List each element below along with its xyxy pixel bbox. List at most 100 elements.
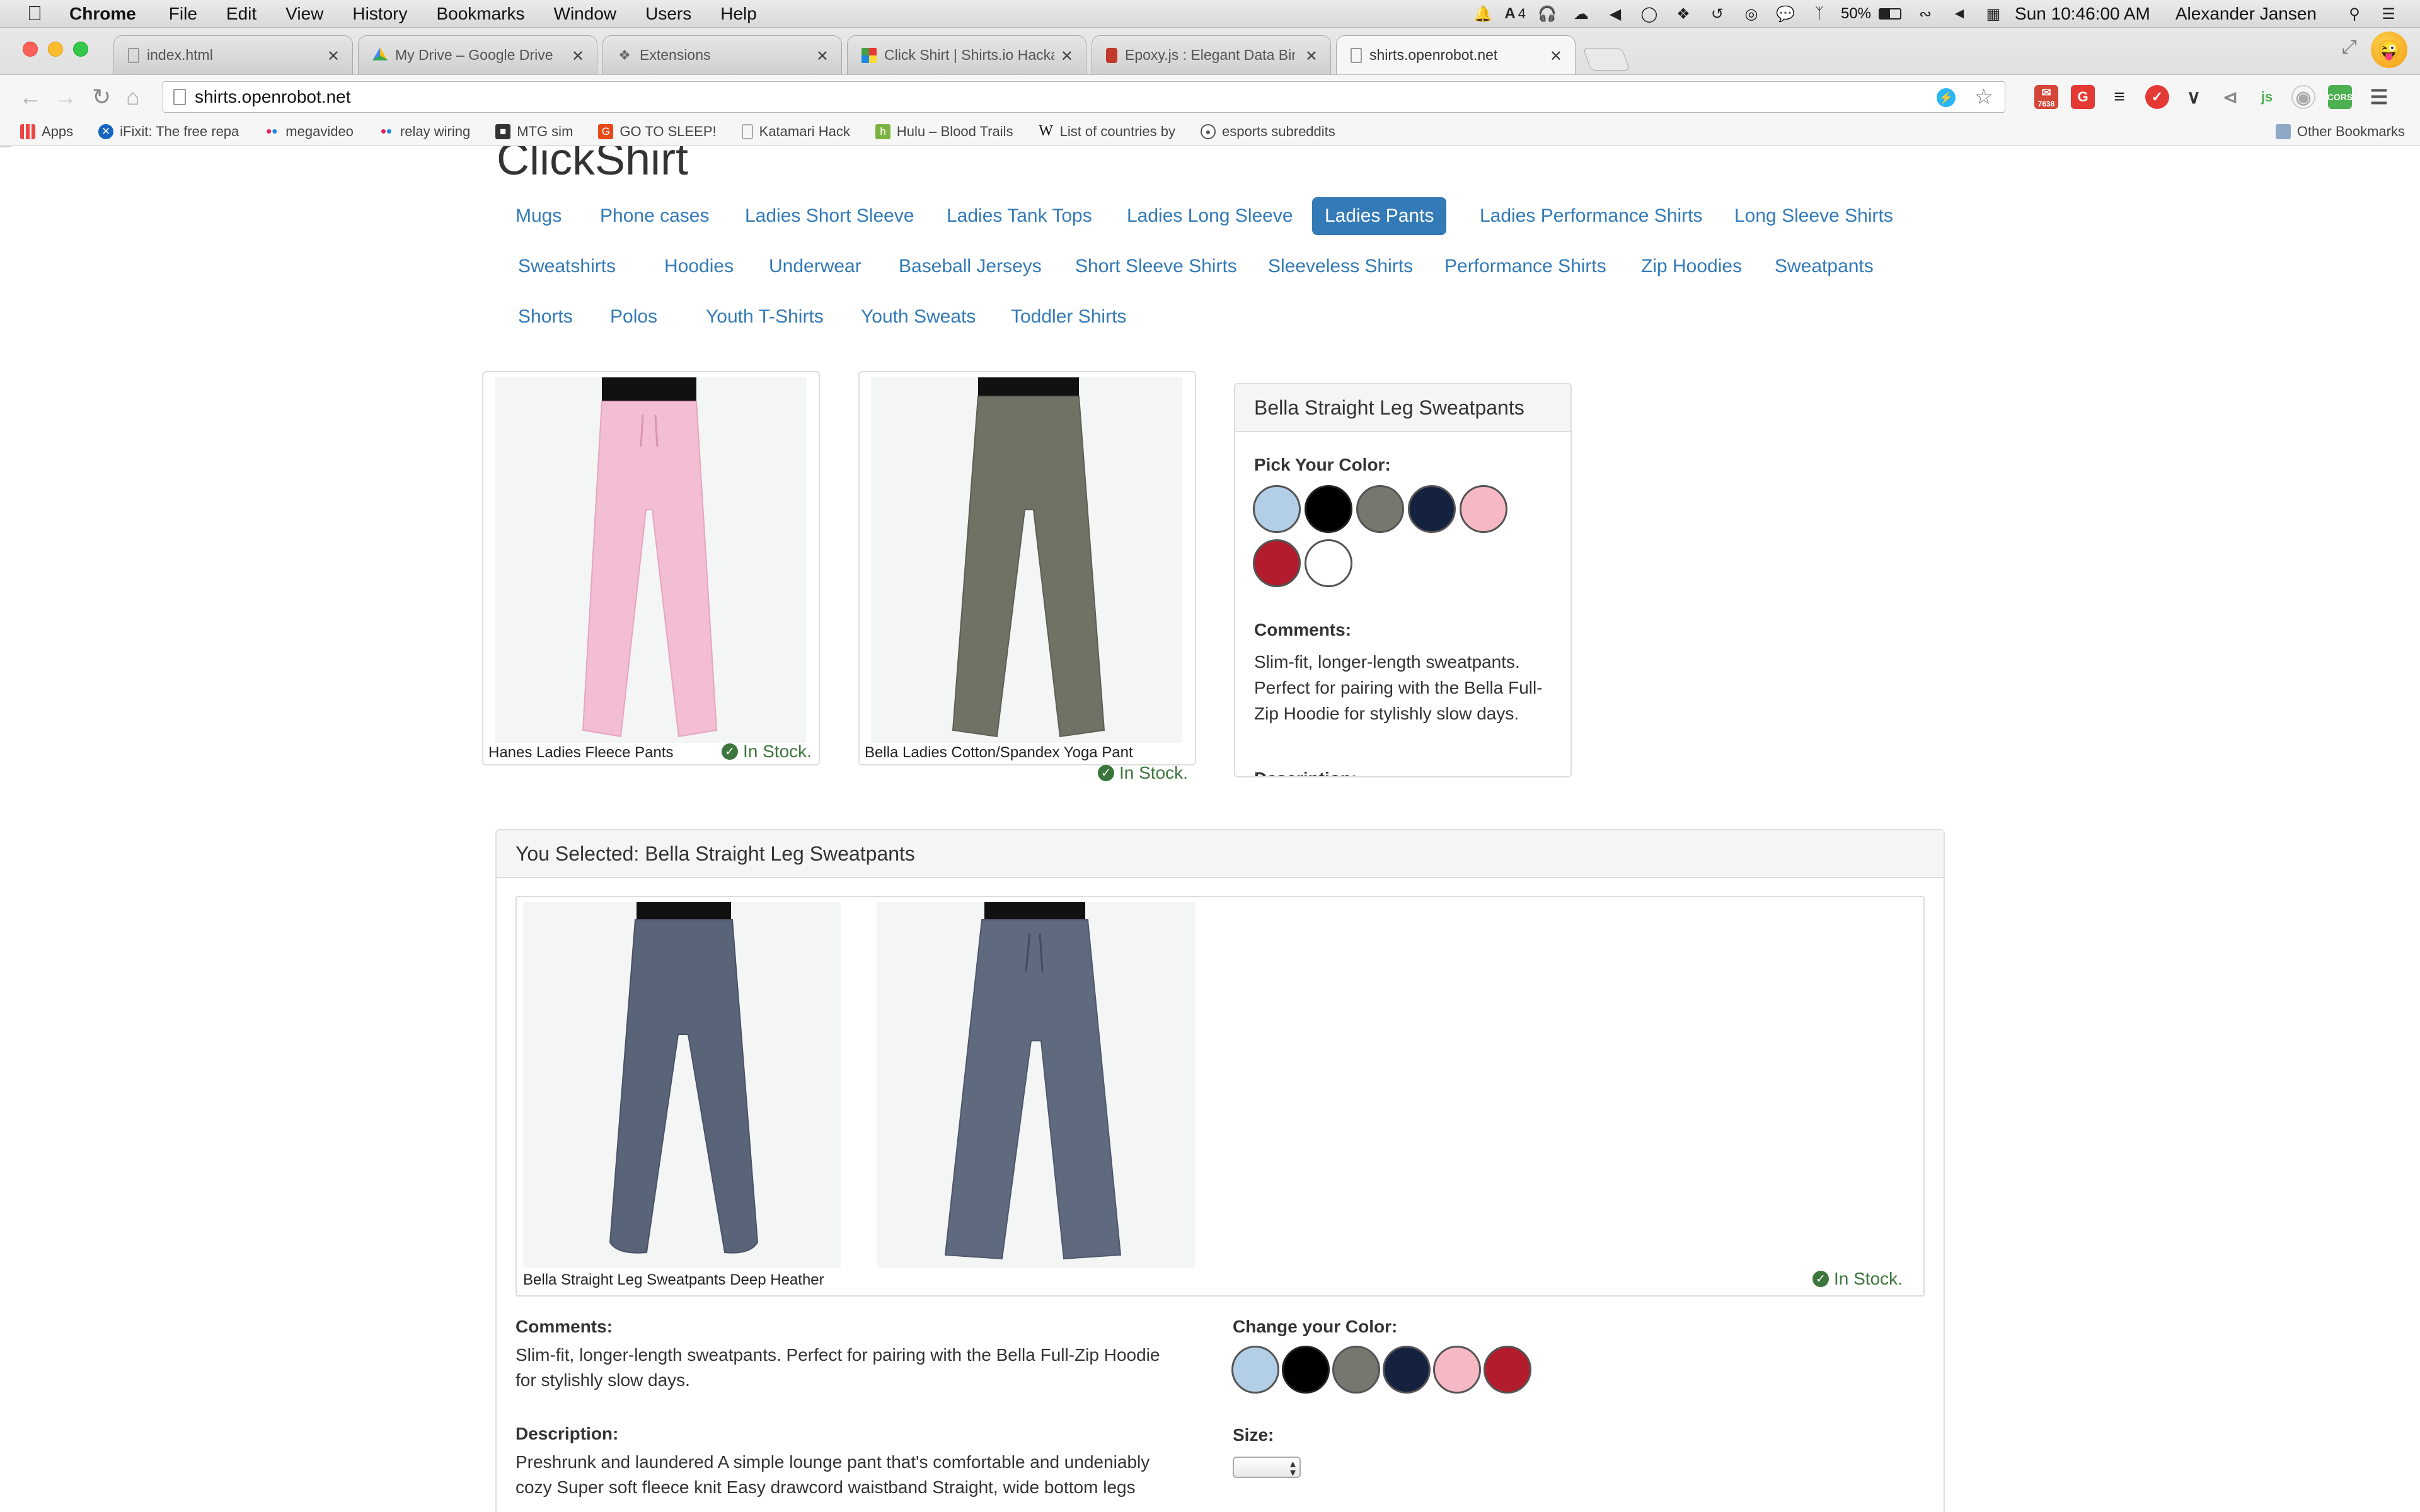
category-youth-sweats[interactable]: Youth Sweats: [848, 298, 988, 336]
color-swatch-red[interactable]: [1253, 539, 1301, 587]
bookmark-mtg-sim[interactable]: ■ MTG sim: [495, 123, 573, 140]
category-mugs[interactable]: Mugs: [503, 197, 574, 235]
bookmark-katamari-hack[interactable]: Katamari Hack: [741, 123, 850, 140]
color-swatch-light-blue[interactable]: [1253, 485, 1301, 533]
category-hoodies[interactable]: Hoodies: [652, 248, 746, 285]
color-swatch-gray[interactable]: [1356, 485, 1404, 533]
close-tab-icon[interactable]: ✕: [816, 47, 829, 66]
bookmark-ifixit[interactable]: ✕ iFixit: The free repa: [98, 123, 239, 140]
close-tab-icon[interactable]: ✕: [572, 47, 584, 66]
tab-shirts-openrobot[interactable]: shirts.openrobot.net ✕: [1336, 35, 1576, 74]
selected-image-back[interactable]: [877, 902, 1195, 1268]
category-ladies-performance-shirts[interactable]: Ladies Performance Shirts: [1467, 197, 1715, 235]
readability-icon[interactable]: ◉: [2291, 85, 2315, 109]
spotlight-icon[interactable]: ⚲: [2342, 6, 2367, 23]
notification-center-icon[interactable]: ☰: [2376, 6, 2401, 23]
adobe-icon[interactable]: A4: [1504, 5, 1526, 22]
category-short-sleeve-shirts[interactable]: Short Sleeve Shirts: [1063, 248, 1250, 285]
bookmark-go-to-sleep[interactable]: G GO TO SLEEP!: [598, 123, 717, 140]
category-ladies-tank-tops[interactable]: Ladies Tank Tops: [934, 197, 1105, 235]
page-info-icon[interactable]: [173, 89, 186, 105]
js-extension-icon[interactable]: js: [2255, 85, 2279, 109]
bookmark-esports-subreddits[interactable]: ● esports subreddits: [1201, 123, 1335, 140]
battery-icon[interactable]: [1876, 6, 1904, 22]
address-bar[interactable]: shirts.openrobot.net ⚡ ☆: [163, 81, 2005, 113]
fullscreen-icon[interactable]: ⤢: [2342, 37, 2357, 58]
sync-icon[interactable]: ◎: [1739, 6, 1764, 23]
messages-icon[interactable]: 💬: [1773, 6, 1798, 23]
drive-status-icon[interactable]: ◀: [1603, 6, 1628, 23]
product-card-hanes-fleece[interactable]: Hanes Ladies Fleece Pants ✓ In Stock.: [482, 371, 820, 765]
bookmark-hulu[interactable]: h Hulu – Blood Trails: [875, 123, 1013, 140]
chrome-menu-icon[interactable]: ☰: [2367, 85, 2391, 109]
selected-image-front[interactable]: [523, 902, 841, 1268]
bluetooth-icon[interactable]: ᛉ: [1807, 5, 1832, 22]
close-tab-icon[interactable]: ✕: [1061, 47, 1073, 66]
buffer-icon[interactable]: ≡: [2107, 85, 2131, 109]
category-zip-hoodies[interactable]: Zip Hoodies: [1628, 248, 1754, 285]
size-select[interactable]: ▴ ▾: [1233, 1457, 1301, 1478]
tab-google-drive[interactable]: My Drive – Google Drive ✕: [358, 35, 597, 74]
menu-users[interactable]: Users: [645, 4, 691, 24]
zoom-window-button[interactable]: [73, 42, 88, 57]
menu-edit[interactable]: Edit: [226, 4, 256, 24]
bookmark-megavideo[interactable]: • • megavideo: [264, 122, 354, 140]
site-brand[interactable]: ClickShirt: [497, 146, 688, 185]
volume-icon[interactable]: ◄: [1947, 5, 1972, 22]
menu-history[interactable]: History: [352, 4, 407, 24]
category-polos[interactable]: Polos: [597, 298, 670, 336]
product-card-bella-yoga[interactable]: Bella Ladies Cotton/Spandex Yoga Pant ✓ I…: [858, 371, 1196, 782]
category-sweatshirts[interactable]: Sweatshirts: [505, 248, 628, 285]
menu-help[interactable]: Help: [720, 4, 757, 24]
battery-percent[interactable]: 50%: [1841, 5, 1871, 23]
other-bookmarks[interactable]: Other Bookmarks: [2275, 123, 2405, 140]
forward-arrow-icon[interactable]: →: [54, 84, 77, 110]
change-color-swatch-light-blue[interactable]: [1231, 1346, 1279, 1394]
adblock-icon[interactable]: ✓: [2145, 85, 2169, 109]
time-machine-icon[interactable]: ↺: [1705, 6, 1730, 23]
color-swatch-pink[interactable]: [1460, 485, 1507, 533]
grammarly-icon[interactable]: G: [2071, 85, 2095, 109]
clock[interactable]: Sun 10:46:00 AM: [2015, 4, 2150, 24]
category-phone-cases[interactable]: Phone cases: [587, 197, 722, 235]
tab-click-shirt[interactable]: Click Shirt | Shirts.io Hacka ✕: [847, 35, 1086, 74]
change-color-swatch-black[interactable]: [1282, 1346, 1330, 1394]
current-user[interactable]: Alexander Jansen: [2175, 4, 2317, 24]
profile-avatar-icon[interactable]: 😜: [2371, 32, 2407, 68]
change-color-swatch-pink[interactable]: [1433, 1346, 1481, 1394]
minimize-window-button[interactable]: [48, 42, 63, 57]
bookmark-apps[interactable]: Apps: [20, 123, 73, 140]
menu-window[interactable]: Window: [554, 4, 617, 24]
color-swatch-navy[interactable]: [1408, 485, 1456, 533]
calendar-icon[interactable]: ▦: [1981, 6, 2006, 23]
color-swatch-black[interactable]: [1305, 485, 1352, 533]
back-arrow-icon[interactable]: ←: [19, 84, 42, 110]
category-ladies-long-sleeve[interactable]: Ladies Long Sleeve: [1114, 197, 1306, 235]
category-performance-shirts[interactable]: Performance Shirts: [1432, 248, 1619, 285]
category-toddler-shirts[interactable]: Toddler Shirts: [998, 298, 1139, 336]
disk-icon[interactable]: ◯: [1637, 6, 1662, 23]
share-icon[interactable]: ⊲: [2218, 85, 2242, 109]
bookmark-list-of-countries[interactable]: W List of countries by: [1039, 123, 1175, 140]
change-color-swatch-red[interactable]: [1484, 1346, 1531, 1394]
headphones-icon[interactable]: 🎧: [1535, 6, 1560, 23]
close-tab-icon[interactable]: ✕: [327, 47, 340, 66]
cors-icon[interactable]: CORS: [2327, 85, 2353, 109]
menu-bookmarks[interactable]: Bookmarks: [436, 4, 524, 24]
category-underwear[interactable]: Underwear: [756, 248, 874, 285]
gmail-icon[interactable]: ✉ 7638: [2034, 85, 2058, 109]
menu-view[interactable]: View: [285, 4, 323, 24]
category-youth-t-shirts[interactable]: Youth T-Shirts: [693, 298, 836, 336]
reload-icon[interactable]: ↻: [92, 84, 111, 110]
new-tab-button[interactable]: [1582, 48, 1630, 71]
notification-bell-icon[interactable]: 🔔: [1470, 6, 1495, 23]
menu-file[interactable]: File: [169, 4, 197, 24]
category-shorts[interactable]: Shorts: [505, 298, 585, 336]
category-ladies-pants[interactable]: Ladies Pants: [1312, 197, 1447, 235]
close-tab-icon[interactable]: ✕: [1305, 47, 1318, 66]
color-swatch-white[interactable]: [1305, 539, 1352, 587]
category-sweatpants[interactable]: Sweatpants: [1762, 248, 1886, 285]
category-baseball-jerseys[interactable]: Baseball Jerseys: [886, 248, 1054, 285]
category-ladies-short-sleeve[interactable]: Ladies Short Sleeve: [732, 197, 927, 235]
tab-extensions[interactable]: ❖ Extensions ✕: [602, 35, 842, 74]
